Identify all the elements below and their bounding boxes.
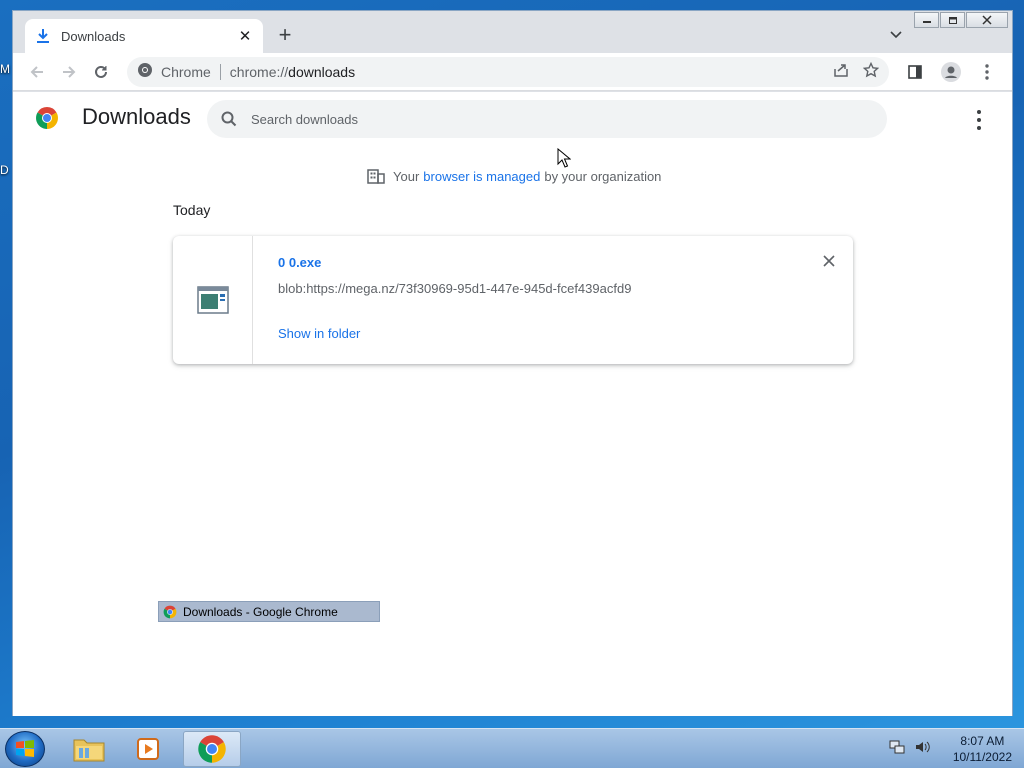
- desktop-icon-label[interactable]: M: [0, 62, 10, 76]
- managed-prefix: Your: [393, 168, 420, 184]
- page-more-icon[interactable]: [976, 110, 982, 130]
- file-icon-column: [173, 236, 253, 364]
- url-path: downloads: [288, 63, 356, 80]
- taskbar: 8:07 AM 10/11/2022: [0, 728, 1024, 768]
- windows-logo-icon: [16, 740, 34, 757]
- mouse-cursor-icon: [557, 148, 571, 168]
- tab-search-chevron-icon[interactable]: [890, 27, 902, 42]
- page-header: Downloads Search downloads: [13, 92, 1012, 148]
- page-title: Downloads: [82, 104, 191, 129]
- address-bar[interactable]: Chrome chrome:// downloads: [127, 56, 889, 87]
- folder-icon: [73, 739, 105, 762]
- show-in-folder-link[interactable]: Show in folder: [278, 326, 360, 341]
- forward-button[interactable]: [53, 56, 85, 88]
- reload-button[interactable]: [85, 56, 117, 88]
- remove-download-close-icon[interactable]: [823, 254, 835, 272]
- new-tab-button[interactable]: +: [273, 24, 297, 48]
- taskbar-chrome[interactable]: [183, 731, 241, 767]
- chrome-logo-icon: [36, 107, 58, 129]
- building-icon: [367, 168, 385, 184]
- download-item-card: 0 0.exe blob:https://mega.nz/73f30969-95…: [173, 236, 853, 364]
- search-icon: [221, 111, 237, 127]
- chrome-logo-icon: [198, 735, 226, 763]
- managed-suffix: by your organization: [544, 168, 662, 184]
- download-icon: [35, 28, 51, 44]
- chrome-menu-icon[interactable]: [971, 56, 1003, 88]
- restore-button[interactable]: [940, 12, 965, 28]
- chrome-site-icon: [137, 62, 153, 81]
- url-scheme: chrome://: [229, 63, 289, 80]
- media-player-icon: [137, 738, 159, 760]
- managed-link[interactable]: browser is managed: [423, 169, 540, 184]
- close-button[interactable]: [966, 12, 1008, 28]
- desktop-icon-label[interactable]: D: [0, 163, 9, 177]
- clock[interactable]: 8:07 AM 10/11/2022: [953, 733, 1012, 765]
- clock-time: 8:07 AM: [960, 734, 1005, 748]
- caption-buttons: [913, 12, 1008, 28]
- browser-toolbar: Chrome chrome:// downloads: [13, 53, 1012, 91]
- tab-strip: Downloads ✕ +: [13, 11, 1012, 53]
- omnibox-separator: [219, 63, 221, 80]
- exe-file-icon: [196, 286, 229, 314]
- clock-date: 10/11/2022: [952, 750, 1012, 764]
- section-date-label: Today: [173, 202, 211, 218]
- share-icon[interactable]: [833, 62, 849, 81]
- minimize-button[interactable]: [914, 12, 939, 28]
- system-tray: 8:07 AM 10/11/2022: [889, 733, 1012, 765]
- search-input[interactable]: Search downloads: [207, 100, 887, 138]
- network-icon[interactable]: [889, 739, 905, 760]
- tab-downloads[interactable]: Downloads ✕: [25, 19, 263, 53]
- bookmark-star-icon[interactable]: [862, 61, 880, 81]
- tab-close-icon[interactable]: ✕: [237, 27, 253, 45]
- side-panel-icon[interactable]: [899, 56, 931, 88]
- profile-avatar-icon[interactable]: [935, 56, 967, 88]
- download-filename-link[interactable]: 0 0.exe: [278, 255, 321, 270]
- search-placeholder: Search downloads: [251, 111, 358, 127]
- taskbar-tooltip: Downloads - Google Chrome: [158, 601, 380, 622]
- managed-notice: Your browser is managed by your organiza…: [367, 168, 661, 184]
- taskbar-file-explorer[interactable]: [60, 731, 118, 767]
- taskbar-media-player[interactable]: [120, 731, 178, 767]
- tab-title: Downloads: [61, 28, 126, 44]
- start-button[interactable]: [5, 731, 45, 767]
- download-source-url[interactable]: blob:https://mega.nz/73f30969-95d1-447e-…: [278, 281, 631, 296]
- tooltip-text: Downloads - Google Chrome: [183, 604, 338, 619]
- site-label: Chrome: [161, 63, 211, 80]
- volume-icon[interactable]: [915, 739, 931, 760]
- chrome-logo-icon: [163, 605, 177, 618]
- back-button[interactable]: [21, 56, 53, 88]
- downloads-page: Downloads Search downloads Your browser …: [13, 92, 1012, 716]
